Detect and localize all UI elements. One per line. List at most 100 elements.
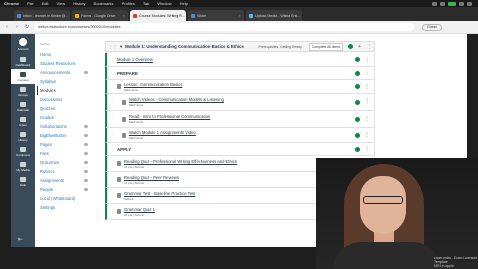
module-item-title[interactable]: Grammar Test - Baseline Practice Test [124,191,195,196]
module-item[interactable]: ⋮ Read - Intro to Professional Communica… [105,111,375,128]
menu-profiles[interactable]: Profiles [122,1,135,6]
drag-handle-icon[interactable]: ⋮ [110,209,114,214]
browser-tab[interactable]: Forms - Google Drive × [72,10,128,21]
module-item-title[interactable]: Reading Quiz - Professional Writing Effe… [124,159,237,164]
published-check-icon[interactable] [355,70,360,76]
menu-bookmarks[interactable]: Bookmarks [94,1,114,6]
global-nav-my-media[interactable]: My Media [11,159,35,174]
course-nav-files[interactable]: Files [40,149,93,158]
course-nav-discussions[interactable]: Discussions [40,95,93,104]
url-input[interactable]: webzr.instructure.com/courses/3000010/mo… [34,23,414,31]
notice-line: zoom.mdtu - Zoom Licensed Template [434,256,477,264]
drag-handle-icon[interactable]: ⋮ [110,161,114,166]
module-options-icon[interactable]: ⋮ [367,44,372,50]
module-item-title[interactable]: Lesson: Communication Basics [124,82,182,87]
item-options-icon[interactable]: ⋮ [365,57,370,63]
item-options-icon[interactable]: ⋮ [365,70,370,76]
browser-tab-active[interactable]: Course Modules: Writing R...× [130,10,186,21]
course-nav-announcements[interactable]: Announcements [40,68,93,77]
collapse-nav-icon[interactable]: ⇤ [18,236,23,243]
drag-handle-icon[interactable]: ⋮ [110,100,114,105]
global-nav-dashboard[interactable]: Dashboard [11,54,35,69]
drag-handle-icon[interactable]: ⋮ [110,133,114,138]
collapse-module-icon[interactable]: ▾ [120,44,122,50]
module-item[interactable]: ⋮ Lesson: Communication Basics Mark done … [105,80,375,94]
course-nav-lucid[interactable]: Lucid (Whiteboard) [40,194,93,203]
close-icon[interactable]: × [239,13,241,18]
published-check-icon[interactable] [355,84,360,89]
item-options-icon[interactable]: ⋮ [365,116,370,122]
published-check-icon[interactable] [355,116,360,122]
item-options-icon[interactable]: ⋮ [365,99,370,105]
course-nav-outcomes[interactable]: Outcomes [40,158,93,167]
global-nav-courses[interactable]: Courses [11,69,35,84]
global-nav-calendar[interactable]: Calendar [11,99,35,114]
forward-icon[interactable]: › [14,24,20,30]
course-nav-quizzes[interactable]: Quizzes [40,104,93,113]
published-check-icon[interactable] [355,132,360,138]
drag-handle-icon[interactable]: ⋮⋮ [109,44,117,49]
course-nav-modules[interactable]: Modules [37,86,93,95]
menu-window[interactable]: Window [157,1,171,6]
module-item[interactable]: ⋮ Watch Module 1 Assignments Video Mark d… [105,128,375,143]
module-item-title[interactable]: Reading Quiz - Peer Reviews [124,175,179,180]
module-item-title[interactable]: Watch Module 1 Assignments Video [129,130,196,135]
course-nav-grades[interactable]: Grades [40,113,93,122]
course-nav-student-resources[interactable]: Student Resources [40,59,93,68]
course-nav-pages[interactable]: Pages [40,140,93,149]
course-nav-assignments[interactable]: Assignments [40,176,93,185]
drag-handle-icon[interactable]: ⋮ [110,193,114,198]
drag-handle-icon[interactable]: ⋮ [110,84,114,89]
module-item-title[interactable]: Module 1 Overview [117,57,153,62]
global-nav-commons[interactable]: Commons [11,144,35,159]
course-nav-people[interactable]: People [40,185,93,194]
menu-tab[interactable]: Tab [143,1,149,6]
global-nav-groups[interactable]: Groups [11,84,35,99]
menu-edit[interactable]: Edit [42,1,49,6]
global-nav-history[interactable]: History [11,129,35,144]
module-item-title[interactable]: Watch Videos - Communication Models & Li… [129,97,224,102]
course-nav-bigbluebutton[interactable]: BigBlueButton [40,131,93,140]
item-options-icon[interactable]: ⋮ [365,132,370,138]
browser-tab[interactable]: Inbox - learner.m.thinker@...× [14,10,70,21]
module-header[interactable]: ⋮⋮ ▾ Module 1: Understanding Communicati… [105,41,375,52]
browser-tab[interactable]: Upload Media - Wistia Enti...× [246,10,302,21]
item-options-icon[interactable]: ⋮ [365,146,370,152]
courses-icon [20,71,26,77]
back-icon[interactable]: ‹ [4,24,10,30]
published-check-icon[interactable] [355,57,360,62]
course-nav-home[interactable]: Home [40,50,93,59]
course-nav-collaborations[interactable]: Collaborations [40,122,93,131]
course-nav-settings[interactable]: Settings [40,203,93,212]
menu-history[interactable]: History [73,1,85,6]
module-item[interactable]: ⋮ Watch Videos - Communication Models & … [105,94,375,111]
drag-handle-icon[interactable]: ⋮ [110,117,114,122]
menu-help[interactable]: Help [180,1,188,6]
browser-tab[interactable]: Slider × [188,10,244,21]
menu-view[interactable]: View [56,1,65,6]
global-nav-inbox[interactable]: Inbox [11,114,35,129]
drag-handle-icon[interactable]: ⋮ [110,71,114,76]
drag-handle-icon[interactable]: ⋮ [110,177,114,182]
published-check-icon[interactable] [348,44,354,49]
menu-chrome[interactable]: Chrome [4,1,19,6]
global-nav-help[interactable]: Help [11,174,35,189]
status-icon [432,1,437,6]
reload-icon[interactable]: ↻ [24,24,30,30]
module-item[interactable]: ⋮ Module 1 Overview ⋮ [105,53,375,67]
module-item-title[interactable]: Grammar Quiz 1 [124,207,155,212]
menu-file[interactable]: File [27,1,33,6]
global-nav-account[interactable]: Account [11,34,35,54]
item-options-icon[interactable]: ⋮ [365,84,370,90]
drag-handle-icon[interactable]: ⋮ [110,147,114,152]
guest-profile-button[interactable]: Guest [422,23,442,31]
drag-handle-icon[interactable]: ⋮ [110,57,114,62]
course-nav-syllabus[interactable]: Syllabus [40,77,93,86]
published-check-icon[interactable] [355,146,360,152]
add-item-icon[interactable]: + [358,44,361,50]
published-check-icon[interactable] [355,99,360,105]
close-icon[interactable]: × [123,13,125,18]
course-nav-label: Discussions [40,97,63,102]
module-item-title[interactable]: Read - Intro to Professional Communicati… [129,114,210,119]
course-nav-rubrics[interactable]: Rubrics [40,167,93,176]
